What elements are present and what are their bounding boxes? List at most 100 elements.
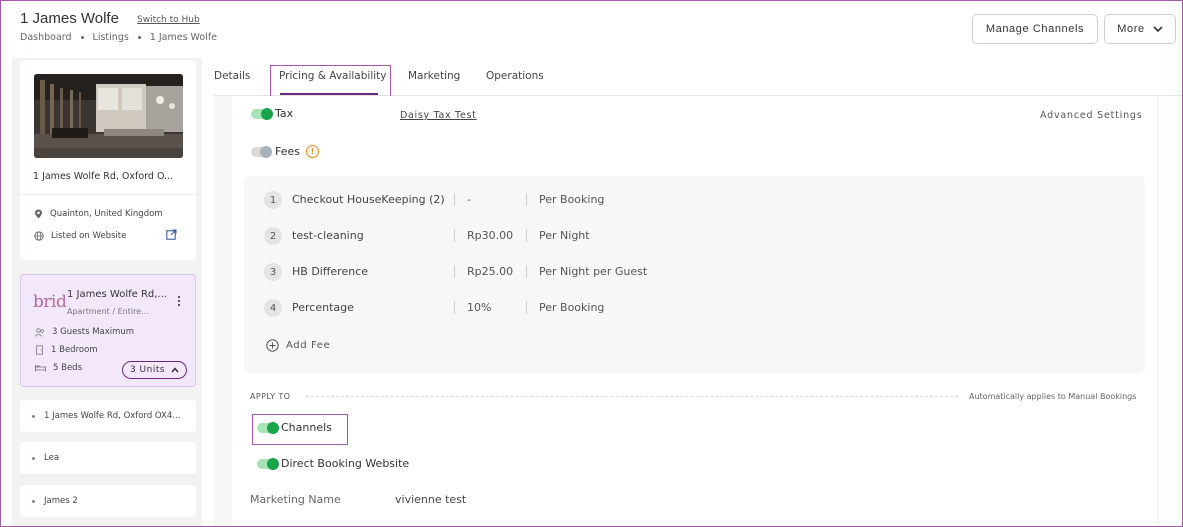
marketing-name-label: Marketing Name: [250, 493, 341, 506]
tax-label: Tax: [275, 107, 294, 120]
beds-text: 5 Beds: [53, 363, 82, 373]
fees-toggle[interactable]: [251, 146, 272, 158]
breadcrumb-separator: [137, 36, 141, 39]
list-item-label: James 2: [44, 496, 78, 506]
warning-icon[interactable]: !: [306, 145, 319, 158]
fee-row[interactable]: 3 HB Difference Rp25.00 Per Night per Gu…: [264, 262, 1134, 282]
unit-title: 1 James Wolfe Rd,...: [67, 289, 167, 300]
divider: [454, 229, 455, 242]
listing-sidebar: 1 James Wolfe Rd, Oxford O... Quainton, …: [12, 58, 202, 527]
list-item[interactable]: James 2: [20, 485, 196, 517]
globe-icon: [34, 231, 44, 241]
add-fee-button[interactable]: Add Fee: [266, 339, 330, 352]
tab-details[interactable]: Details: [214, 70, 250, 82]
fee-number: 1: [264, 191, 282, 209]
switch-to-hub-link[interactable]: Switch to Hub: [137, 15, 200, 25]
unit-card[interactable]: brid 1 James Wolfe Rd,... Apartment / En…: [20, 274, 196, 387]
direct-booking-toggle[interactable]: [257, 458, 279, 470]
property-address: 1 James Wolfe Rd, Oxford O...: [33, 171, 174, 182]
plus-circle-icon: [266, 339, 279, 352]
breadcrumb: Dashboard Listings 1 James Wolfe: [20, 32, 217, 43]
tab-marketing[interactable]: Marketing: [408, 70, 460, 82]
external-link-icon[interactable]: [166, 229, 177, 240]
fee-type: Per Booking: [539, 301, 605, 314]
tab-bar: Details Pricing & Availability Marketing…: [214, 58, 1183, 102]
fee-amount: Rp30.00: [467, 229, 514, 242]
property-photo: [34, 74, 183, 158]
list-item-label: Lea: [44, 453, 60, 463]
fee-number: 2: [264, 227, 282, 245]
apply-note: Automatically applies to Manual Bookings: [969, 392, 1137, 401]
listed-on-website: Listed on Website: [34, 231, 126, 241]
fee-amount: 10%: [467, 301, 492, 314]
fee-row[interactable]: 1 Checkout HouseKeeping (2) - Per Bookin…: [264, 190, 1134, 210]
fee-type: Per Night per Guest: [539, 265, 648, 278]
divider: [306, 396, 958, 397]
bullet: [32, 499, 35, 503]
location-pin-icon: [35, 209, 42, 219]
fee-amount: -: [467, 193, 471, 206]
bed-icon: [35, 365, 46, 372]
breadcrumb-dashboard[interactable]: Dashboard: [20, 32, 72, 43]
breadcrumb-listings[interactable]: Listings: [93, 32, 129, 43]
fee-type: Per Night: [539, 229, 590, 242]
marketing-name-value: vivienne test: [395, 493, 467, 506]
divider: [526, 193, 527, 206]
advanced-settings-link[interactable]: Advanced Settings: [1040, 110, 1143, 121]
breadcrumb-current: 1 James Wolfe: [149, 32, 218, 43]
divider: [454, 193, 455, 206]
units-toggle-button[interactable]: 3 Units: [122, 361, 187, 379]
bullet: [32, 456, 35, 460]
kebab-menu-icon[interactable]: [177, 295, 181, 307]
fee-number: 4: [264, 299, 282, 317]
divider: [454, 265, 455, 278]
units-label: 3 Units: [129, 365, 166, 375]
property-location: Quainton, United Kingdom: [34, 209, 163, 219]
more-label: More: [1117, 23, 1145, 35]
fee-type: Per Booking: [539, 193, 605, 206]
channels-toggle[interactable]: [257, 422, 279, 434]
divider: [526, 229, 527, 242]
guests-icon: [35, 327, 44, 337]
manage-channels-button[interactable]: Manage Channels: [972, 14, 1098, 44]
direct-booking-label: Direct Booking Website: [281, 457, 410, 470]
fee-amount: Rp25.00: [467, 265, 514, 278]
unit-bedrooms: 1 Bedroom: [35, 345, 98, 355]
breadcrumb-separator: [80, 36, 84, 39]
unit-guests: 3 Guests Maximum: [35, 327, 134, 337]
divider: [526, 265, 527, 278]
tab-active-indicator: [280, 93, 378, 95]
channels-label: Channels: [281, 421, 332, 434]
fee-name: HB Difference: [292, 265, 369, 278]
fee-row[interactable]: 2 test-cleaning Rp30.00 Per Night: [264, 226, 1134, 246]
property-card[interactable]: 1 James Wolfe Rd, Oxford O... Quainton, …: [20, 60, 196, 260]
more-button[interactable]: More: [1104, 14, 1176, 44]
list-item[interactable]: 1 James Wolfe Rd, Oxford OX4...: [20, 400, 196, 432]
tab-operations[interactable]: Operations: [486, 70, 544, 82]
divider: [20, 194, 196, 195]
fee-name: Checkout HouseKeeping (2): [292, 193, 445, 206]
location-text: Quainton, United Kingdom: [50, 209, 163, 219]
chevron-up-icon: [171, 367, 179, 373]
chevron-down-icon: [1153, 25, 1163, 32]
list-item[interactable]: Lea: [20, 442, 196, 474]
unit-logo: brid: [33, 292, 67, 312]
tab-pricing-availability[interactable]: Pricing & Availability: [279, 70, 387, 82]
page-header: 1 James Wolfe Switch to Hub Dashboard Li…: [0, 0, 1183, 60]
tax-link[interactable]: Daisy Tax Test: [400, 110, 477, 121]
fee-name: Percentage: [292, 301, 354, 314]
listed-text: Listed on Website: [51, 231, 127, 241]
guests-text: 3 Guests Maximum: [52, 327, 135, 337]
bedrooms-text: 1 Bedroom: [51, 345, 98, 355]
apply-to-heading: APPLY TO: [250, 392, 291, 401]
tax-toggle[interactable]: [251, 108, 273, 120]
door-icon: [36, 345, 43, 355]
divider: [526, 301, 527, 314]
add-fee-label: Add Fee: [286, 340, 331, 351]
unit-subtitle: Apartment / Entire...: [67, 307, 149, 316]
unit-beds: 5 Beds: [35, 363, 82, 373]
list-item-label: 1 James Wolfe Rd, Oxford OX4...: [44, 411, 181, 421]
page-title: 1 James Wolfe: [20, 10, 119, 27]
fee-row[interactable]: 4 Percentage 10% Per Booking: [264, 298, 1134, 318]
bullet: [32, 414, 35, 418]
